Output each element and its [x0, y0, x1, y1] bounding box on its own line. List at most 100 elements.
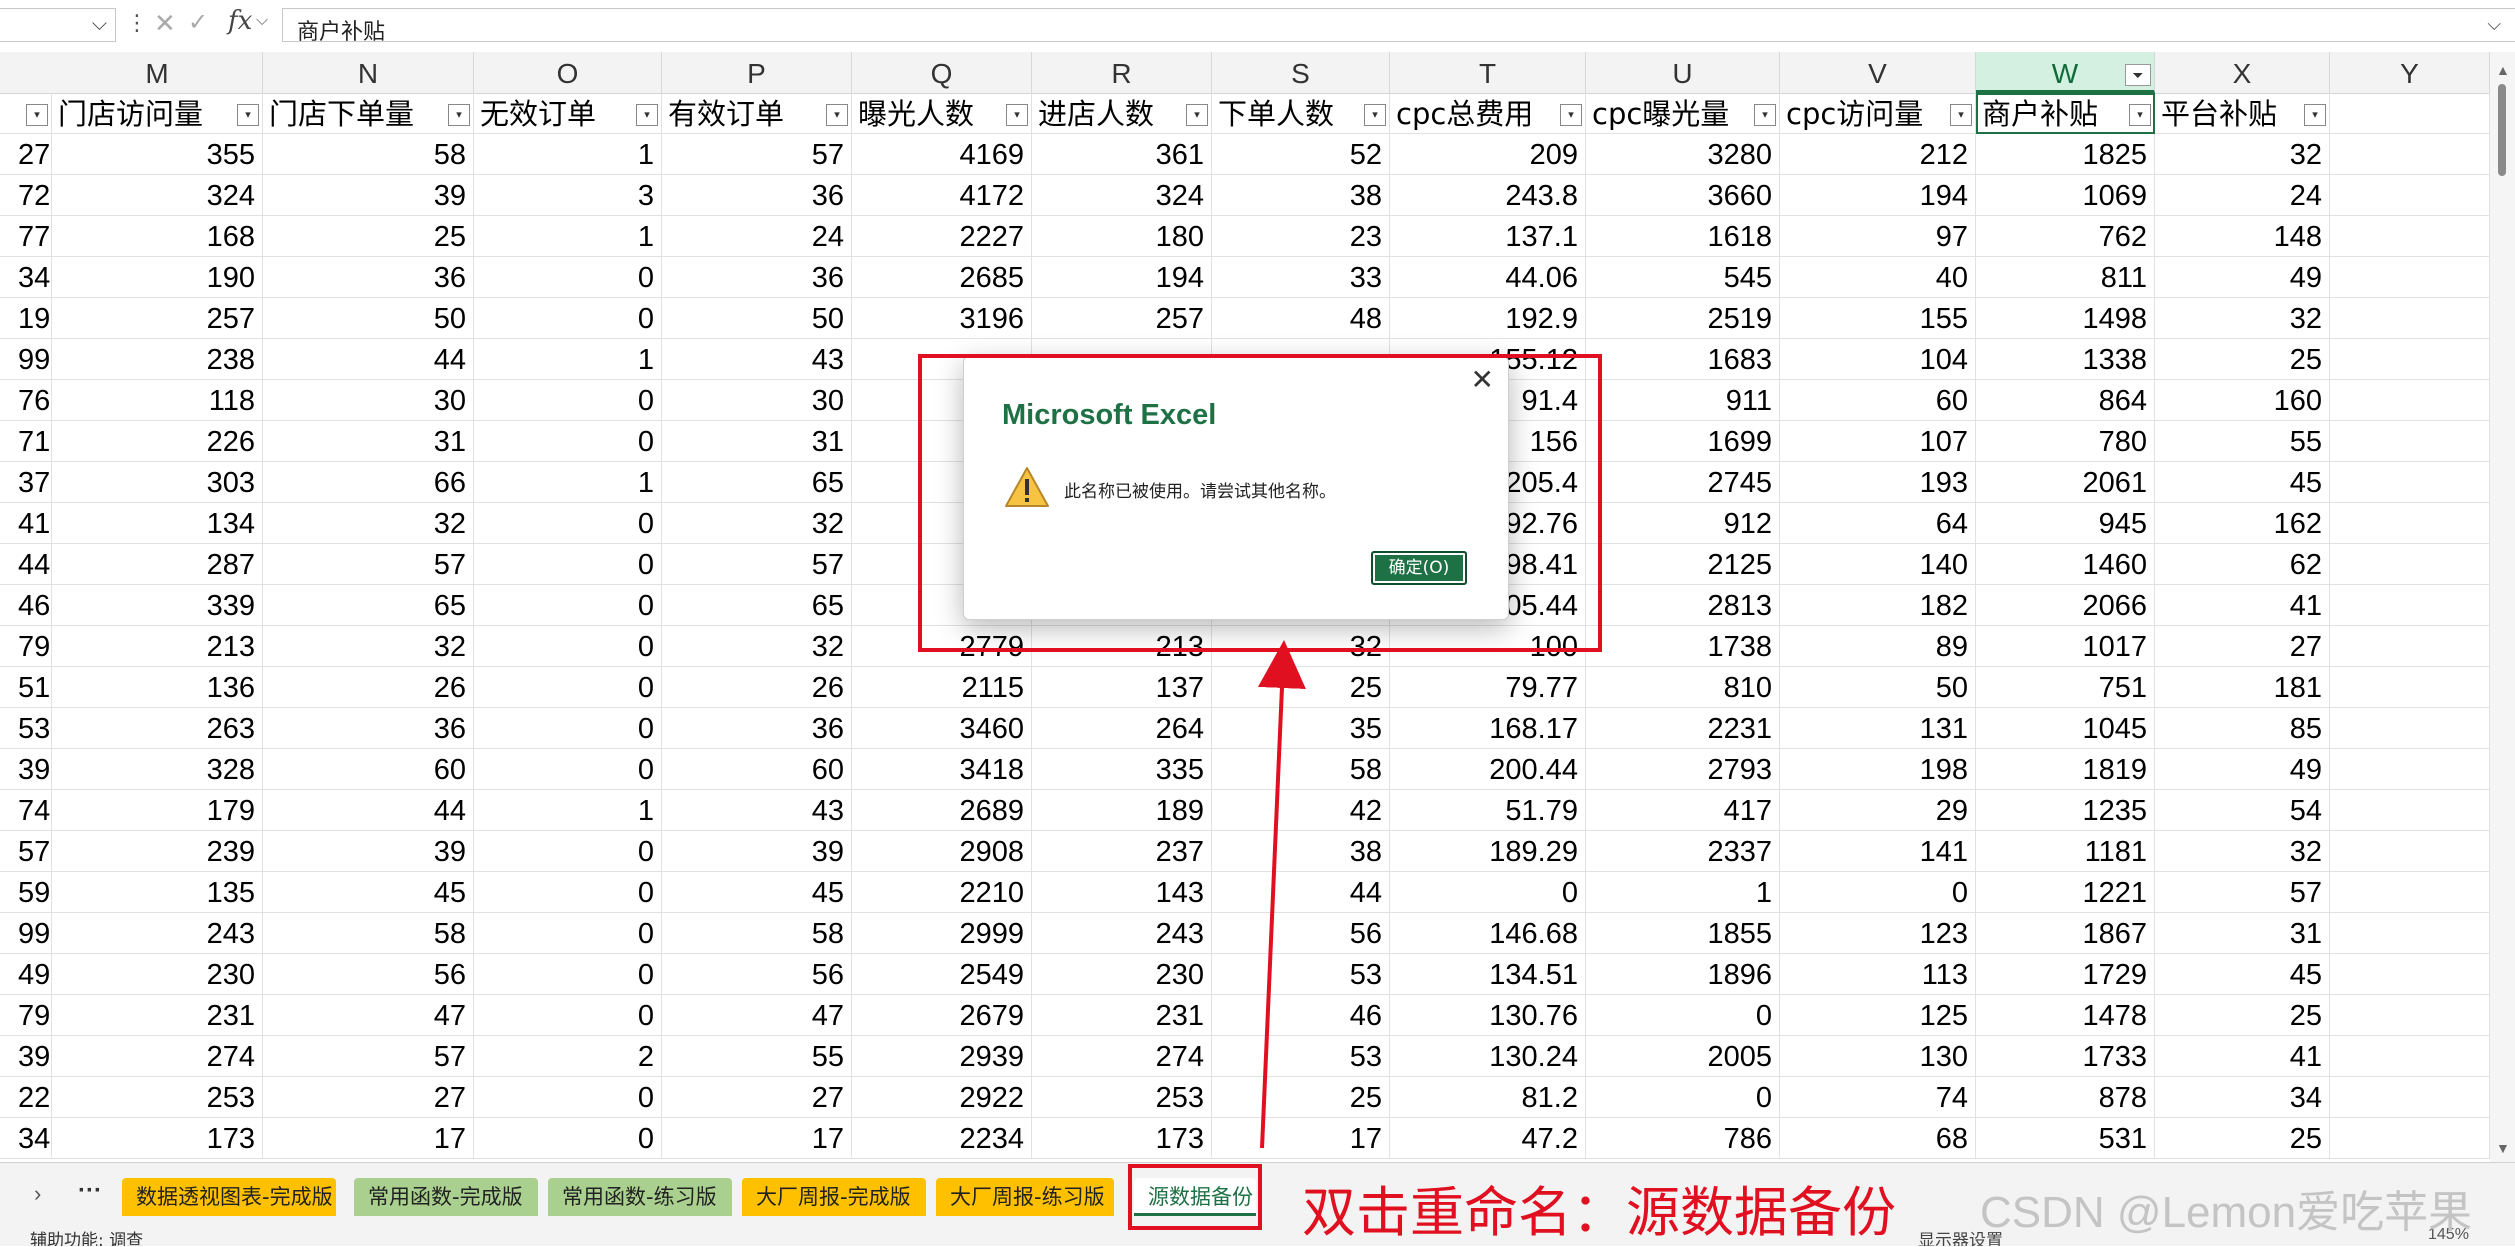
cell-value[interactable]: 107: [1780, 421, 1976, 462]
empty-cell[interactable]: [2330, 1036, 2490, 1077]
cell-value[interactable]: 878: [1976, 1077, 2155, 1118]
cell-value[interactable]: 0: [474, 257, 662, 298]
cell-value[interactable]: 912: [1586, 503, 1780, 544]
cell-value[interactable]: 39: [263, 175, 474, 216]
empty-cell[interactable]: [2330, 216, 2490, 257]
cell-value[interactable]: 25: [1212, 667, 1390, 708]
cell-value[interactable]: 2337: [1586, 831, 1780, 872]
cell-value[interactable]: 76: [18, 380, 52, 421]
cell-value[interactable]: 39: [18, 749, 52, 790]
cell-value[interactable]: 45: [2155, 954, 2330, 995]
vertical-scrollbar[interactable]: ▲ ▼: [2490, 52, 2515, 1162]
header-cell[interactable]: cpc总费用 ▾: [1390, 93, 1586, 134]
cell-value[interactable]: 41: [2155, 1036, 2330, 1077]
cell-value[interactable]: 1733: [1976, 1036, 2155, 1077]
cell-value[interactable]: 39: [18, 1036, 52, 1077]
cell-value[interactable]: 2125: [1586, 544, 1780, 585]
filter-dropdown-icon[interactable]: ▾: [1950, 104, 1972, 126]
cell-value[interactable]: 57: [263, 544, 474, 585]
filter-dropdown-icon[interactable]: ▾: [2129, 104, 2151, 126]
cell-value[interactable]: 24: [662, 216, 852, 257]
cell-value[interactable]: 85: [2155, 708, 2330, 749]
cell-value[interactable]: 811: [1976, 257, 2155, 298]
cell-value[interactable]: 0: [474, 380, 662, 421]
cell-value[interactable]: 1498: [1976, 298, 2155, 339]
cell-value[interactable]: 1460: [1976, 544, 2155, 585]
cell-value[interactable]: 2227: [852, 216, 1032, 257]
cell-value[interactable]: 41: [18, 503, 52, 544]
cell-value[interactable]: 27: [18, 134, 52, 175]
column-header-r[interactable]: R: [1032, 52, 1212, 93]
cell-value[interactable]: 125: [1780, 995, 1976, 1036]
cell-value[interactable]: 32: [662, 626, 852, 667]
cell-value[interactable]: 49: [2155, 749, 2330, 790]
cell-value[interactable]: 89: [1780, 626, 1976, 667]
cell-value[interactable]: 1699: [1586, 421, 1780, 462]
cell-value[interactable]: 1017: [1976, 626, 2155, 667]
cell-value[interactable]: 1: [474, 790, 662, 831]
more-sheets-button[interactable]: ···: [78, 1177, 102, 1205]
cell-value[interactable]: 46: [1212, 995, 1390, 1036]
cell-value[interactable]: 253: [52, 1077, 263, 1118]
cell-value[interactable]: 1683: [1586, 339, 1780, 380]
cell-value[interactable]: 19: [18, 298, 52, 339]
cell-value[interactable]: 361: [1032, 134, 1212, 175]
cell-value[interactable]: 44.06: [1390, 257, 1586, 298]
cell-value[interactable]: 38: [1212, 175, 1390, 216]
cell-value[interactable]: 55: [662, 1036, 852, 1077]
cell-value[interactable]: 864: [1976, 380, 2155, 421]
cell-value[interactable]: 1: [474, 462, 662, 503]
cell-value[interactable]: 243.8: [1390, 175, 1586, 216]
scrollbar-thumb[interactable]: [2498, 84, 2506, 176]
empty-cell[interactable]: [2330, 831, 2490, 872]
cell-value[interactable]: 60: [263, 749, 474, 790]
empty-cell[interactable]: [2330, 257, 2490, 298]
cell-value[interactable]: 71: [18, 421, 52, 462]
cell-value[interactable]: 143: [1032, 872, 1212, 913]
cell-value[interactable]: 36: [662, 257, 852, 298]
cell-value[interactable]: 35: [1212, 708, 1390, 749]
cell-value[interactable]: 230: [1032, 954, 1212, 995]
cell-value[interactable]: 243: [52, 913, 263, 954]
column-header-p[interactable]: P: [662, 52, 852, 93]
cell-value[interactable]: 0: [474, 708, 662, 749]
cell-value[interactable]: 0: [474, 831, 662, 872]
cell-value[interactable]: 2745: [1586, 462, 1780, 503]
header-cell[interactable]: 门店访问量 ▾: [52, 93, 263, 134]
filter-dropdown-icon[interactable]: ▾: [26, 104, 48, 126]
empty-cell[interactable]: [2330, 626, 2490, 667]
filter-dropdown-icon[interactable]: ▾: [448, 104, 470, 126]
chevron-right-icon[interactable]: ›: [34, 1181, 41, 1207]
cell-value[interactable]: 25: [2155, 995, 2330, 1036]
cell-value[interactable]: 30: [263, 380, 474, 421]
cell-value[interactable]: 47: [263, 995, 474, 1036]
cell-value[interactable]: 324: [1032, 175, 1212, 216]
cell-value[interactable]: 253: [1032, 1077, 1212, 1118]
cell-value[interactable]: 155: [1780, 298, 1976, 339]
header-cell[interactable]: 商户补贴 ▾: [1976, 93, 2155, 134]
cell-value[interactable]: 257: [52, 298, 263, 339]
accessibility-status[interactable]: 辅助功能: 调查: [30, 1228, 143, 1246]
cell-value[interactable]: 0: [474, 1077, 662, 1118]
header-cell[interactable]: 进店人数 ▾: [1032, 93, 1212, 134]
cell-value[interactable]: 131: [1780, 708, 1976, 749]
cell-value[interactable]: 134: [52, 503, 263, 544]
cell-value[interactable]: 173: [52, 1118, 263, 1159]
cell-value[interactable]: 57: [662, 544, 852, 585]
cell-value[interactable]: 29: [1780, 790, 1976, 831]
cell-value[interactable]: 911: [1586, 380, 1780, 421]
cell-value[interactable]: 1: [474, 134, 662, 175]
empty-cell[interactable]: [2330, 503, 2490, 544]
cell-value[interactable]: 1: [474, 216, 662, 257]
cell-value[interactable]: 194: [1032, 257, 1212, 298]
cell-value[interactable]: 0: [474, 626, 662, 667]
cell-value[interactable]: 137.1: [1390, 216, 1586, 257]
cell-value[interactable]: 17: [263, 1118, 474, 1159]
cell-value[interactable]: 97: [1780, 216, 1976, 257]
cell-value[interactable]: 0: [474, 995, 662, 1036]
empty-cell[interactable]: [2330, 93, 2490, 134]
cell-value[interactable]: 0: [474, 585, 662, 626]
cell-value[interactable]: 3418: [852, 749, 1032, 790]
cell-value[interactable]: 27: [263, 1077, 474, 1118]
filter-dropdown-icon[interactable]: ▾: [2304, 104, 2326, 126]
